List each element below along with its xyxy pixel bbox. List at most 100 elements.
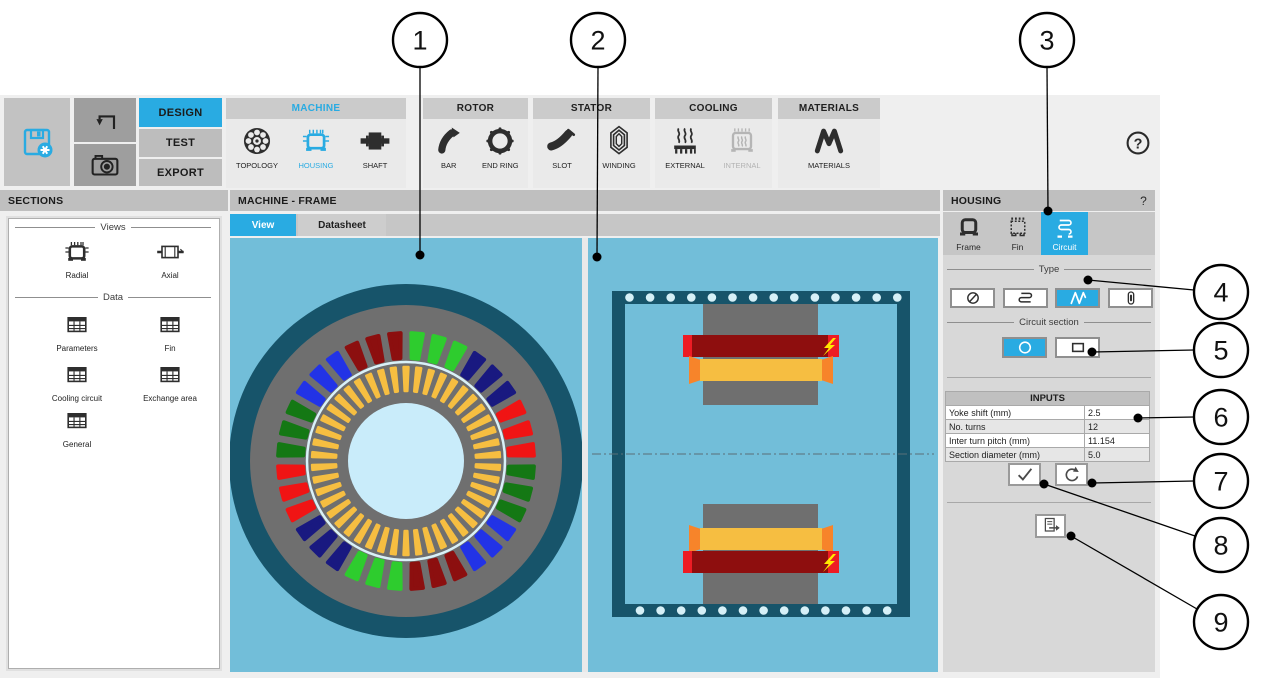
end-ring-icon: [482, 123, 518, 159]
frame-tab-label: Frame: [956, 242, 981, 252]
toolbar-item-internal[interactable]: INTERNAL: [715, 123, 769, 170]
table-row: Section diameter (mm)5.0: [946, 448, 1150, 462]
toolbar-group-cooling: COOLING EXTERNAL: [655, 98, 772, 188]
callout-9: 9: [1194, 595, 1248, 649]
section-diameter-value[interactable]: 5.0: [1085, 448, 1150, 462]
screenshot-button[interactable]: [74, 144, 136, 186]
housing-tab-frame[interactable]: Frame: [945, 212, 992, 255]
toolbar-group-rotor: ROTOR BAR END RING: [423, 98, 528, 188]
undo-button[interactable]: [74, 98, 136, 142]
tab-view[interactable]: View: [230, 214, 296, 236]
radial-label: Radial: [66, 271, 89, 280]
stator-group-title: STATOR: [533, 98, 650, 119]
housing-label: HOUSING: [298, 161, 333, 170]
views-divider: Views: [15, 222, 211, 233]
section-item-parameters[interactable]: Parameters: [42, 309, 112, 353]
general-table-icon: [59, 405, 95, 437]
toolbar-item-topology[interactable]: TOPOLOGY: [229, 123, 285, 170]
inter-turn-pitch-value[interactable]: 11.154: [1085, 434, 1150, 448]
housing-help-icon[interactable]: ?: [1140, 194, 1147, 208]
fin-tab-label: Fin: [1012, 242, 1024, 252]
no-turns-label: No. turns: [946, 420, 1085, 434]
inter-turn-pitch-label: Inter turn pitch (mm): [946, 434, 1085, 448]
exchange-area-label: Exchange area: [143, 394, 197, 403]
apply-button[interactable]: [1008, 463, 1041, 486]
circuit-type-tube-button[interactable]: [1108, 288, 1153, 308]
axial-label: Axial: [161, 271, 178, 280]
toolbar-item-slot[interactable]: SLOT: [536, 123, 588, 170]
nav-export-label: EXPORT: [157, 167, 204, 179]
axial-view-drawing: [588, 238, 938, 672]
winding-label: WINDING: [602, 161, 635, 170]
section-item-cooling-circuit[interactable]: Cooling circuit: [42, 359, 112, 403]
section-item-axial[interactable]: Axial: [135, 236, 205, 280]
help-button[interactable]: ?: [1122, 127, 1154, 159]
toolbar-group-materials: MATERIALS MATERIALS: [778, 98, 880, 188]
toolbar-item-bar[interactable]: BAR: [425, 123, 473, 170]
export-data-button[interactable]: [1035, 514, 1066, 538]
circuit-type-coil-button[interactable]: [1003, 288, 1048, 308]
section-square-button[interactable]: [1055, 337, 1100, 358]
toolbar-item-endring[interactable]: END RING: [474, 123, 526, 170]
housing-tab-fin[interactable]: Fin: [994, 212, 1041, 255]
table-row: No. turns12: [946, 420, 1150, 434]
section-item-radial[interactable]: Radial: [42, 236, 112, 280]
svg-text:2: 2: [590, 26, 605, 56]
section-item-general[interactable]: General: [42, 405, 112, 449]
external-cooling-icon: [667, 123, 703, 159]
circle-section-icon: [1016, 339, 1034, 356]
main-panel-header: MACHINE - FRAME: [230, 190, 940, 211]
circuit-tab-label: Circuit: [1052, 242, 1076, 252]
callout-3: 3: [1020, 13, 1074, 67]
section-circle-button[interactable]: [1002, 337, 1047, 358]
check-icon: [1014, 466, 1036, 483]
table-row: Yoke shift (mm)2.5: [946, 406, 1150, 420]
tab-datasheet-label: Datasheet: [318, 220, 366, 231]
reset-icon: [1062, 465, 1081, 484]
toolbar-group-machine: MACHINE TOPOLOGY HOUSIN: [226, 98, 406, 188]
nav-test-button[interactable]: TEST: [139, 129, 222, 157]
tab-datasheet[interactable]: Datasheet: [298, 214, 386, 236]
nav-test-label: TEST: [166, 137, 195, 149]
cooling-group-title: COOLING: [655, 98, 772, 119]
tube-type-icon: [1123, 290, 1139, 306]
toolbar-item-materials[interactable]: MATERIALS: [799, 123, 859, 170]
toolbar-item-housing[interactable]: HOUSING: [288, 123, 344, 170]
camera-icon: [86, 146, 124, 184]
shaft-label: SHAFT: [363, 161, 388, 170]
exchange-area-table-icon: [152, 359, 188, 391]
save-button[interactable]: [4, 98, 70, 186]
cooling-circuit-label: Cooling circuit: [52, 394, 102, 403]
reset-button[interactable]: [1055, 463, 1088, 486]
yoke-shift-value[interactable]: 2.5: [1085, 406, 1150, 420]
tab-view-label: View: [252, 220, 275, 231]
section-item-fin[interactable]: Fin: [135, 309, 205, 353]
sections-title: SECTIONS: [8, 195, 63, 207]
callout-8: 8: [1194, 518, 1248, 572]
toolbar-item-external[interactable]: EXTERNAL: [658, 123, 712, 170]
topology-icon: [239, 123, 275, 159]
axial-viewport[interactable]: [588, 238, 938, 672]
wave-type-icon: [1064, 290, 1092, 306]
fin-label: Fin: [164, 344, 175, 353]
nav-design-button[interactable]: DESIGN: [139, 98, 222, 127]
section-item-exchange-area[interactable]: Exchange area: [135, 359, 205, 403]
housing-tab-circuit[interactable]: Circuit: [1041, 212, 1088, 255]
circuit-type-wave-button[interactable]: [1055, 288, 1100, 308]
svg-text:4: 4: [1213, 278, 1228, 308]
svg-text:7: 7: [1213, 467, 1228, 497]
general-label: General: [63, 440, 91, 449]
rotor-group-title: ROTOR: [423, 98, 528, 119]
toolbar-item-winding[interactable]: WINDING: [591, 123, 647, 170]
radial-viewport[interactable]: [230, 238, 582, 672]
svg-text:8: 8: [1213, 531, 1228, 561]
circuit-section-divider: Circuit section: [947, 317, 1151, 328]
winding-icon: [601, 123, 637, 159]
no-turns-value[interactable]: 12: [1085, 420, 1150, 434]
save-icon: [17, 122, 57, 162]
sections-panel-header: SECTIONS: [0, 190, 228, 211]
internal-cooling-icon: [724, 123, 760, 159]
nav-export-button[interactable]: EXPORT: [139, 159, 222, 186]
toolbar-item-shaft[interactable]: SHAFT: [347, 123, 403, 170]
circuit-type-none-button[interactable]: [950, 288, 995, 308]
